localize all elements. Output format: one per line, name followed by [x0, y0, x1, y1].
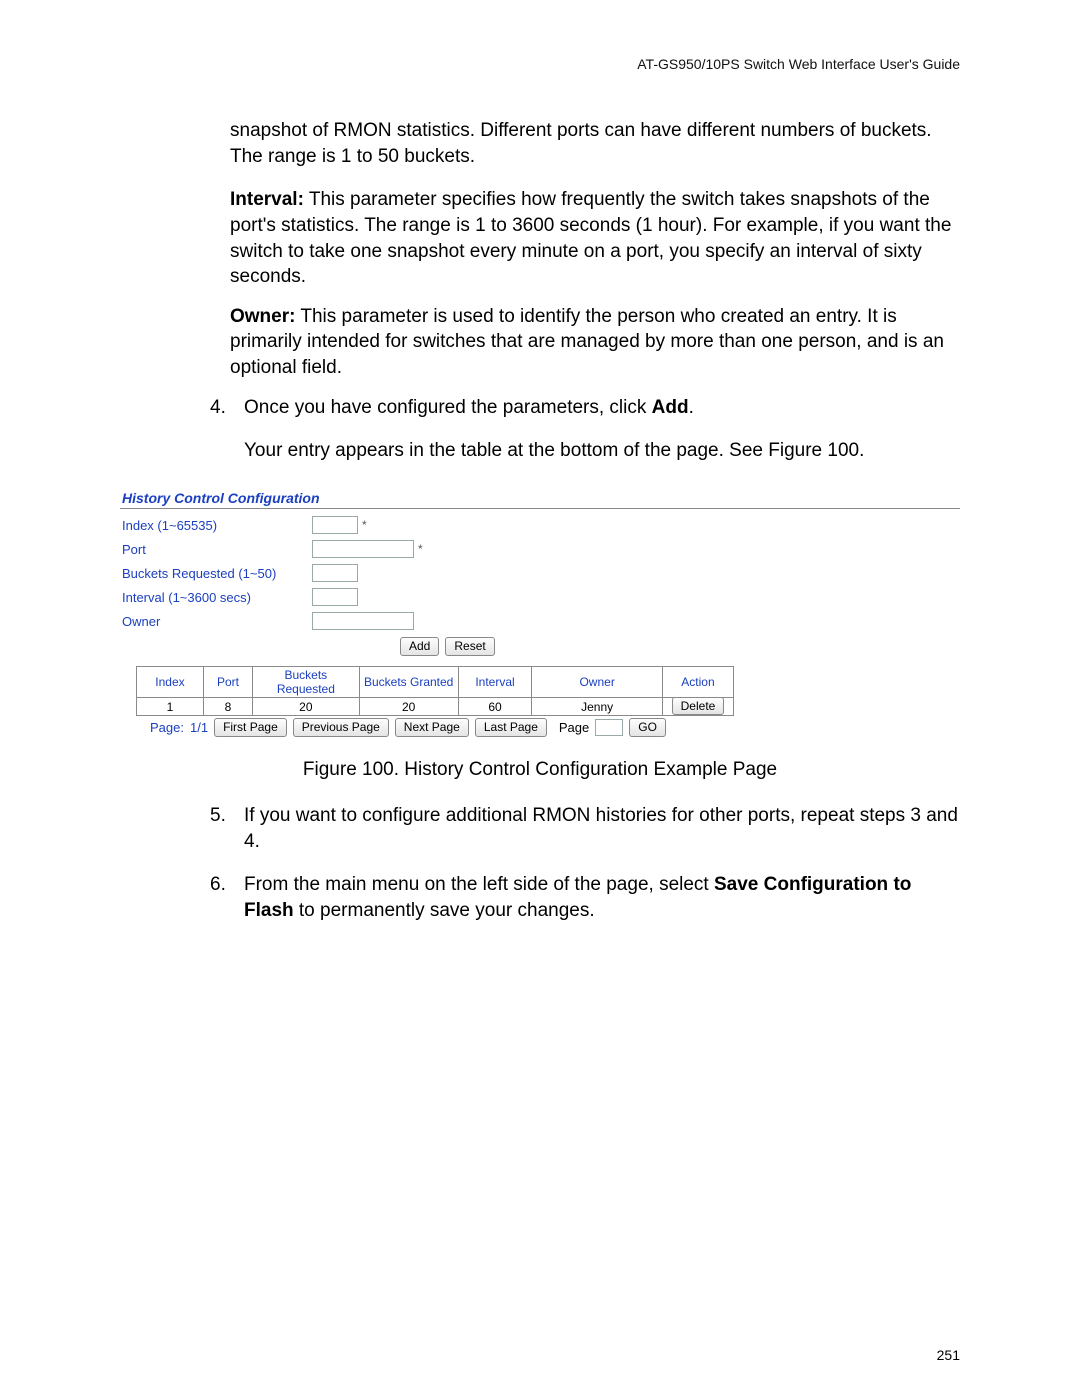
label-owner: Owner: — [230, 306, 295, 327]
pager-page-value: 1/1 — [190, 720, 208, 735]
step-4-line1-after: . — [689, 397, 694, 418]
add-button[interactable]: Add — [400, 637, 439, 656]
col-interval: Interval — [458, 667, 532, 698]
step-4: 4. Once you have configured the paramete… — [210, 395, 960, 464]
pager-page-label: Page: — [150, 720, 184, 735]
cell-index: 1 — [137, 698, 204, 716]
previous-page-button[interactable]: Previous Page — [293, 718, 389, 737]
step-6-number: 6. — [210, 872, 234, 923]
col-index: Index — [137, 667, 204, 698]
table-row: 1 8 20 20 60 Jenny Delete — [137, 698, 734, 716]
step-4-add-word: Add — [652, 397, 689, 418]
cell-buckets-requested: 20 — [253, 698, 360, 716]
pager-page-input[interactable] — [595, 719, 623, 736]
label-owner-field: Owner — [120, 614, 312, 629]
col-port: Port — [203, 667, 252, 698]
col-action: Action — [662, 667, 733, 698]
required-star-icon: * — [362, 518, 367, 532]
step-5-number: 5. — [210, 803, 234, 854]
cell-buckets-granted: 20 — [359, 698, 458, 716]
input-owner[interactable] — [312, 612, 414, 630]
cell-owner: Jenny — [532, 698, 663, 716]
para-snapshot: snapshot of RMON statistics. Different p… — [230, 118, 960, 169]
input-interval[interactable] — [312, 588, 358, 606]
input-buckets[interactable] — [312, 564, 358, 582]
label-interval-field: Interval (1~3600 secs) — [120, 590, 312, 605]
figure-caption: Figure 100. History Control Configuratio… — [120, 759, 960, 781]
label-port: Port — [120, 542, 312, 557]
history-table: Index Port Buckets Requested Buckets Gra… — [136, 666, 734, 716]
text-owner: This parameter is used to identify the p… — [230, 306, 944, 378]
label-buckets: Buckets Requested (1~50) — [120, 566, 312, 581]
last-page-button[interactable]: Last Page — [475, 718, 547, 737]
text-interval: This parameter specifies how frequently … — [230, 189, 951, 287]
page-number: 251 — [937, 1347, 960, 1363]
step-6: 6. From the main menu on the left side o… — [210, 872, 960, 923]
pager-page-word: Page — [559, 720, 589, 735]
first-page-button[interactable]: First Page — [214, 718, 287, 737]
para-interval: Interval: This parameter specifies how f… — [230, 187, 960, 290]
pager: Page: 1/1 First Page Previous Page Next … — [150, 718, 960, 737]
next-page-button[interactable]: Next Page — [395, 718, 469, 737]
required-star-icon: * — [418, 542, 423, 556]
step-4-number: 4. — [210, 395, 234, 464]
step-6-after: to permanently save your changes. — [294, 900, 595, 921]
input-index[interactable] — [312, 516, 358, 534]
step-5-text: If you want to configure additional RMON… — [244, 803, 960, 854]
step-6-before: From the main menu on the left side of t… — [244, 874, 714, 895]
step-5: 5. If you want to configure additional R… — [210, 803, 960, 854]
cell-port: 8 — [203, 698, 252, 716]
col-buckets-requested: Buckets Requested — [253, 667, 360, 698]
step-4-line1-before: Once you have configured the parameters,… — [244, 397, 652, 418]
input-port[interactable] — [312, 540, 414, 558]
delete-button[interactable]: Delete — [672, 697, 725, 715]
history-control-config-panel: History Control Configuration Index (1~6… — [120, 490, 960, 737]
para-owner: Owner: This parameter is used to identif… — [230, 304, 960, 381]
running-header: AT-GS950/10PS Switch Web Interface User'… — [120, 56, 960, 72]
col-owner: Owner — [532, 667, 663, 698]
label-index: Index (1~65535) — [120, 518, 312, 533]
reset-button[interactable]: Reset — [445, 637, 494, 656]
go-button[interactable]: GO — [629, 718, 666, 737]
panel-title: History Control Configuration — [120, 490, 960, 509]
cell-interval: 60 — [458, 698, 532, 716]
label-interval: Interval: — [230, 189, 304, 210]
col-buckets-granted: Buckets Granted — [359, 667, 458, 698]
step-4-line2: Your entry appears in the table at the b… — [244, 438, 960, 464]
